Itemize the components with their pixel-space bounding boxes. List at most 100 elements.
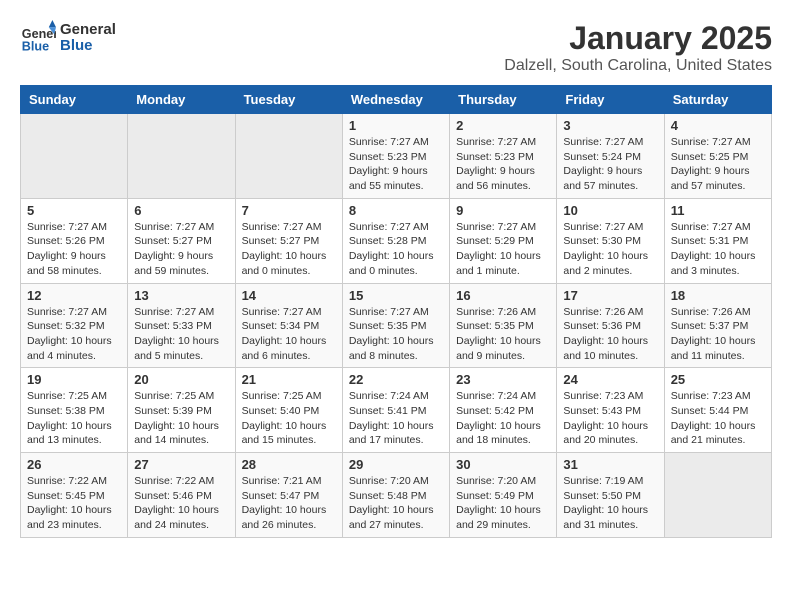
calendar-cell: 31Sunrise: 7:19 AM Sunset: 5:50 PM Dayli… xyxy=(557,453,664,538)
logo-general-text: General xyxy=(60,22,116,39)
day-number: 10 xyxy=(563,203,657,218)
weekday-header-monday: Monday xyxy=(128,86,235,114)
logo-blue-text: Blue xyxy=(60,38,116,55)
calendar-cell: 4Sunrise: 7:27 AM Sunset: 5:25 PM Daylig… xyxy=(664,114,771,199)
day-info: Sunrise: 7:25 AM Sunset: 5:40 PM Dayligh… xyxy=(242,389,336,448)
calendar-cell xyxy=(664,453,771,538)
day-number: 31 xyxy=(563,457,657,472)
day-info: Sunrise: 7:23 AM Sunset: 5:43 PM Dayligh… xyxy=(563,389,657,448)
day-number: 2 xyxy=(456,118,550,133)
day-info: Sunrise: 7:27 AM Sunset: 5:29 PM Dayligh… xyxy=(456,220,550,279)
calendar-week-row: 1Sunrise: 7:27 AM Sunset: 5:23 PM Daylig… xyxy=(21,114,772,199)
calendar-cell: 8 Sunrise: 7:27 AM Sunset: 5:28 PM Daylig… xyxy=(342,198,449,283)
day-info: Sunrise: 7:27 AM Sunset: 5:25 PM Dayligh… xyxy=(671,135,765,194)
weekday-header-sunday: Sunday xyxy=(21,86,128,114)
day-info: Sunrise: 7:27 AM Sunset: 5:23 PM Dayligh… xyxy=(456,135,550,194)
day-number: 7 xyxy=(242,203,336,218)
day-number: 11 xyxy=(671,203,765,218)
calendar-table: SundayMondayTuesdayWednesdayThursdayFrid… xyxy=(20,85,772,538)
calendar-cell: 3 Sunrise: 7:27 AM Sunset: 5:24 PM Daylig… xyxy=(557,114,664,199)
day-info: Sunrise: 7:27 AM Sunset: 5:33 PM Dayligh… xyxy=(134,305,228,364)
calendar-cell: 19 Sunrise: 7:25 AM Sunset: 5:38 PM Dayli… xyxy=(21,368,128,453)
calendar-cell xyxy=(21,114,128,199)
page-header: General Blue General Blue January 2025 D… xyxy=(20,20,772,75)
day-info: Sunrise: 7:25 AM Sunset: 5:38 PM Dayligh… xyxy=(27,389,121,448)
calendar-cell: 25Sunrise: 7:23 AM Sunset: 5:44 PM Dayli… xyxy=(664,368,771,453)
day-number: 24 xyxy=(563,372,657,387)
weekday-header-row: SundayMondayTuesdayWednesdayThursdayFrid… xyxy=(21,86,772,114)
day-number: 19 xyxy=(27,372,121,387)
day-info: Sunrise: 7:20 AM Sunset: 5:48 PM Dayligh… xyxy=(349,474,443,533)
day-info: Sunrise: 7:27 AM Sunset: 5:23 PM Dayligh… xyxy=(349,135,443,194)
day-number: 3 xyxy=(563,118,657,133)
weekday-header-tuesday: Tuesday xyxy=(235,86,342,114)
day-info: Sunrise: 7:24 AM Sunset: 5:41 PM Dayligh… xyxy=(349,389,443,448)
day-info: Sunrise: 7:20 AM Sunset: 5:49 PM Dayligh… xyxy=(456,474,550,533)
calendar-cell: 6 Sunrise: 7:27 AM Sunset: 5:27 PM Daylig… xyxy=(128,198,235,283)
day-number: 14 xyxy=(242,288,336,303)
calendar-cell: 22 Sunrise: 7:24 AM Sunset: 5:41 PM Dayli… xyxy=(342,368,449,453)
calendar-cell: 12Sunrise: 7:27 AM Sunset: 5:32 PM Dayli… xyxy=(21,283,128,368)
day-number: 26 xyxy=(27,457,121,472)
day-info: Sunrise: 7:27 AM Sunset: 5:27 PM Dayligh… xyxy=(134,220,228,279)
weekday-header-thursday: Thursday xyxy=(450,86,557,114)
weekday-header-friday: Friday xyxy=(557,86,664,114)
calendar-cell: 21 Sunrise: 7:25 AM Sunset: 5:40 PM Dayli… xyxy=(235,368,342,453)
day-number: 8 xyxy=(349,203,443,218)
calendar-cell: 9 Sunrise: 7:27 AM Sunset: 5:29 PM Daylig… xyxy=(450,198,557,283)
day-info: Sunrise: 7:27 AM Sunset: 5:31 PM Dayligh… xyxy=(671,220,765,279)
calendar-cell: 29 Sunrise: 7:20 AM Sunset: 5:48 PM Dayli… xyxy=(342,453,449,538)
calendar-week-row: 5 Sunrise: 7:27 AM Sunset: 5:26 PM Daylig… xyxy=(21,198,772,283)
day-number: 18 xyxy=(671,288,765,303)
day-number: 21 xyxy=(242,372,336,387)
calendar-cell: 26 Sunrise: 7:22 AM Sunset: 5:45 PM Dayli… xyxy=(21,453,128,538)
day-info: Sunrise: 7:22 AM Sunset: 5:45 PM Dayligh… xyxy=(27,474,121,533)
calendar-cell: 27 Sunrise: 7:22 AM Sunset: 5:46 PM Dayli… xyxy=(128,453,235,538)
weekday-header-wednesday: Wednesday xyxy=(342,86,449,114)
day-number: 9 xyxy=(456,203,550,218)
title-area: January 2025 Dalzell, South Carolina, Un… xyxy=(504,20,772,75)
day-number: 16 xyxy=(456,288,550,303)
calendar-cell: 30 Sunrise: 7:20 AM Sunset: 5:49 PM Dayli… xyxy=(450,453,557,538)
calendar-cell: 5 Sunrise: 7:27 AM Sunset: 5:26 PM Daylig… xyxy=(21,198,128,283)
day-info: Sunrise: 7:27 AM Sunset: 5:26 PM Dayligh… xyxy=(27,220,121,279)
logo-icon: General Blue xyxy=(20,20,56,56)
calendar-cell: 15 Sunrise: 7:27 AM Sunset: 5:35 PM Dayli… xyxy=(342,283,449,368)
weekday-header-saturday: Saturday xyxy=(664,86,771,114)
day-info: Sunrise: 7:24 AM Sunset: 5:42 PM Dayligh… xyxy=(456,389,550,448)
day-info: Sunrise: 7:26 AM Sunset: 5:37 PM Dayligh… xyxy=(671,305,765,364)
calendar-cell: 23Sunrise: 7:24 AM Sunset: 5:42 PM Dayli… xyxy=(450,368,557,453)
day-info: Sunrise: 7:27 AM Sunset: 5:27 PM Dayligh… xyxy=(242,220,336,279)
day-number: 30 xyxy=(456,457,550,472)
day-info: Sunrise: 7:22 AM Sunset: 5:46 PM Dayligh… xyxy=(134,474,228,533)
calendar-cell: 18 Sunrise: 7:26 AM Sunset: 5:37 PM Dayli… xyxy=(664,283,771,368)
calendar-cell xyxy=(128,114,235,199)
calendar-week-row: 19 Sunrise: 7:25 AM Sunset: 5:38 PM Dayli… xyxy=(21,368,772,453)
calendar-week-row: 26 Sunrise: 7:22 AM Sunset: 5:45 PM Dayli… xyxy=(21,453,772,538)
day-info: Sunrise: 7:21 AM Sunset: 5:47 PM Dayligh… xyxy=(242,474,336,533)
day-info: Sunrise: 7:27 AM Sunset: 5:24 PM Dayligh… xyxy=(563,135,657,194)
day-info: Sunrise: 7:23 AM Sunset: 5:44 PM Dayligh… xyxy=(671,389,765,448)
calendar-cell: 7 Sunrise: 7:27 AM Sunset: 5:27 PM Daylig… xyxy=(235,198,342,283)
svg-text:Blue: Blue xyxy=(22,40,49,54)
day-number: 22 xyxy=(349,372,443,387)
day-number: 6 xyxy=(134,203,228,218)
calendar-cell: 11 Sunrise: 7:27 AM Sunset: 5:31 PM Dayli… xyxy=(664,198,771,283)
day-number: 28 xyxy=(242,457,336,472)
calendar-cell: 13Sunrise: 7:27 AM Sunset: 5:33 PM Dayli… xyxy=(128,283,235,368)
calendar-cell: 28 Sunrise: 7:21 AM Sunset: 5:47 PM Dayli… xyxy=(235,453,342,538)
day-info: Sunrise: 7:26 AM Sunset: 5:35 PM Dayligh… xyxy=(456,305,550,364)
calendar-cell: 20Sunrise: 7:25 AM Sunset: 5:39 PM Dayli… xyxy=(128,368,235,453)
day-info: Sunrise: 7:27 AM Sunset: 5:34 PM Dayligh… xyxy=(242,305,336,364)
calendar-cell: 17Sunrise: 7:26 AM Sunset: 5:36 PM Dayli… xyxy=(557,283,664,368)
calendar-week-row: 12Sunrise: 7:27 AM Sunset: 5:32 PM Dayli… xyxy=(21,283,772,368)
day-info: Sunrise: 7:27 AM Sunset: 5:28 PM Dayligh… xyxy=(349,220,443,279)
day-info: Sunrise: 7:27 AM Sunset: 5:30 PM Dayligh… xyxy=(563,220,657,279)
day-number: 5 xyxy=(27,203,121,218)
day-number: 27 xyxy=(134,457,228,472)
day-info: Sunrise: 7:27 AM Sunset: 5:35 PM Dayligh… xyxy=(349,305,443,364)
logo: General Blue General Blue xyxy=(20,20,116,56)
day-number: 29 xyxy=(349,457,443,472)
day-info: Sunrise: 7:26 AM Sunset: 5:36 PM Dayligh… xyxy=(563,305,657,364)
day-number: 15 xyxy=(349,288,443,303)
